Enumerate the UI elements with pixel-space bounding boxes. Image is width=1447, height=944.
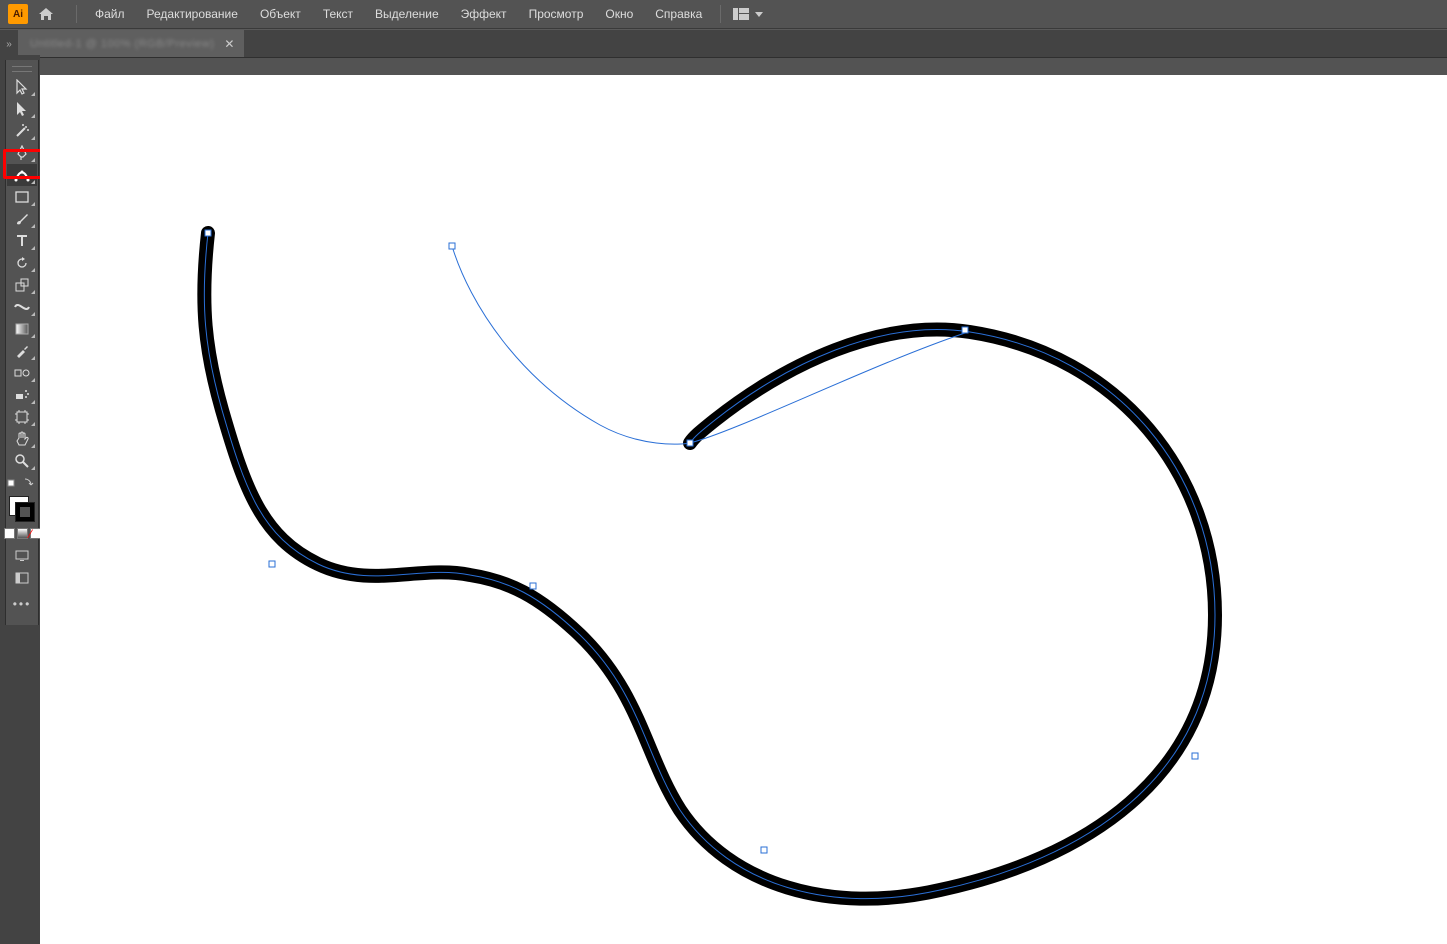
menu-object[interactable]: Объект	[250, 3, 311, 25]
menu-text[interactable]: Текст	[313, 3, 363, 25]
workspace-switcher[interactable]	[733, 8, 763, 20]
menu-edit[interactable]: Редактирование	[137, 3, 248, 25]
stroke-swatch[interactable]	[15, 502, 35, 522]
fill-stroke-swatch[interactable]	[7, 494, 37, 524]
close-icon[interactable]: ✕	[224, 37, 234, 51]
separator	[720, 5, 721, 23]
anchor-point[interactable]	[530, 583, 536, 589]
anchor-point[interactable]	[761, 847, 767, 853]
anchor-point[interactable]	[1192, 753, 1198, 759]
menu-file[interactable]: Файл	[85, 3, 135, 25]
anchor-point[interactable]	[205, 230, 211, 236]
screen-mode[interactable]	[7, 545, 37, 567]
artwork	[40, 75, 1447, 944]
color-mode-row: ⁄	[4, 528, 41, 539]
color-mode-gradient[interactable]	[17, 528, 28, 539]
separator	[76, 5, 77, 23]
menu-help[interactable]: Справка	[645, 3, 712, 25]
reveal-panels-icon[interactable]: »	[0, 37, 18, 50]
menu-view[interactable]: Просмотр	[519, 3, 594, 25]
app-badge: Ai	[8, 4, 28, 24]
color-mode-solid[interactable]	[4, 528, 15, 539]
document-tab-title: Untitled-1 @ 100% (RGB/Preview)	[30, 38, 214, 50]
menu-window[interactable]: Окно	[595, 3, 643, 25]
artboard-canvas[interactable]	[40, 75, 1447, 944]
document-tab[interactable]: Untitled-1 @ 100% (RGB/Preview) ✕	[18, 30, 244, 57]
color-mode-none[interactable]: ⁄	[30, 528, 41, 539]
document-tabbar: » Untitled-1 @ 100% (RGB/Preview) ✕	[0, 29, 1447, 58]
anchor-points	[205, 230, 1198, 853]
drawn-path[interactable]	[204, 233, 1215, 899]
panel-grip[interactable]	[12, 66, 32, 72]
anchor-point[interactable]	[269, 561, 275, 567]
home-icon[interactable]	[36, 4, 56, 24]
bezier-handle-path	[452, 246, 965, 444]
anchor-point[interactable]	[449, 243, 455, 249]
anchor-point[interactable]	[962, 327, 968, 333]
edit-toolbar[interactable]	[7, 567, 37, 589]
anchor-point[interactable]	[687, 440, 693, 446]
menu-effect[interactable]: Эффект	[451, 3, 517, 25]
selection-outline	[204, 233, 1215, 899]
menubar: Ai Файл Редактирование Объект Текст Выде…	[0, 0, 1447, 29]
tools-panel: ⁄ •••	[5, 60, 39, 625]
menu-select[interactable]: Выделение	[365, 3, 449, 25]
swap-fill-stroke[interactable]	[7, 476, 37, 490]
more-tools-icon[interactable]: •••	[13, 597, 32, 611]
